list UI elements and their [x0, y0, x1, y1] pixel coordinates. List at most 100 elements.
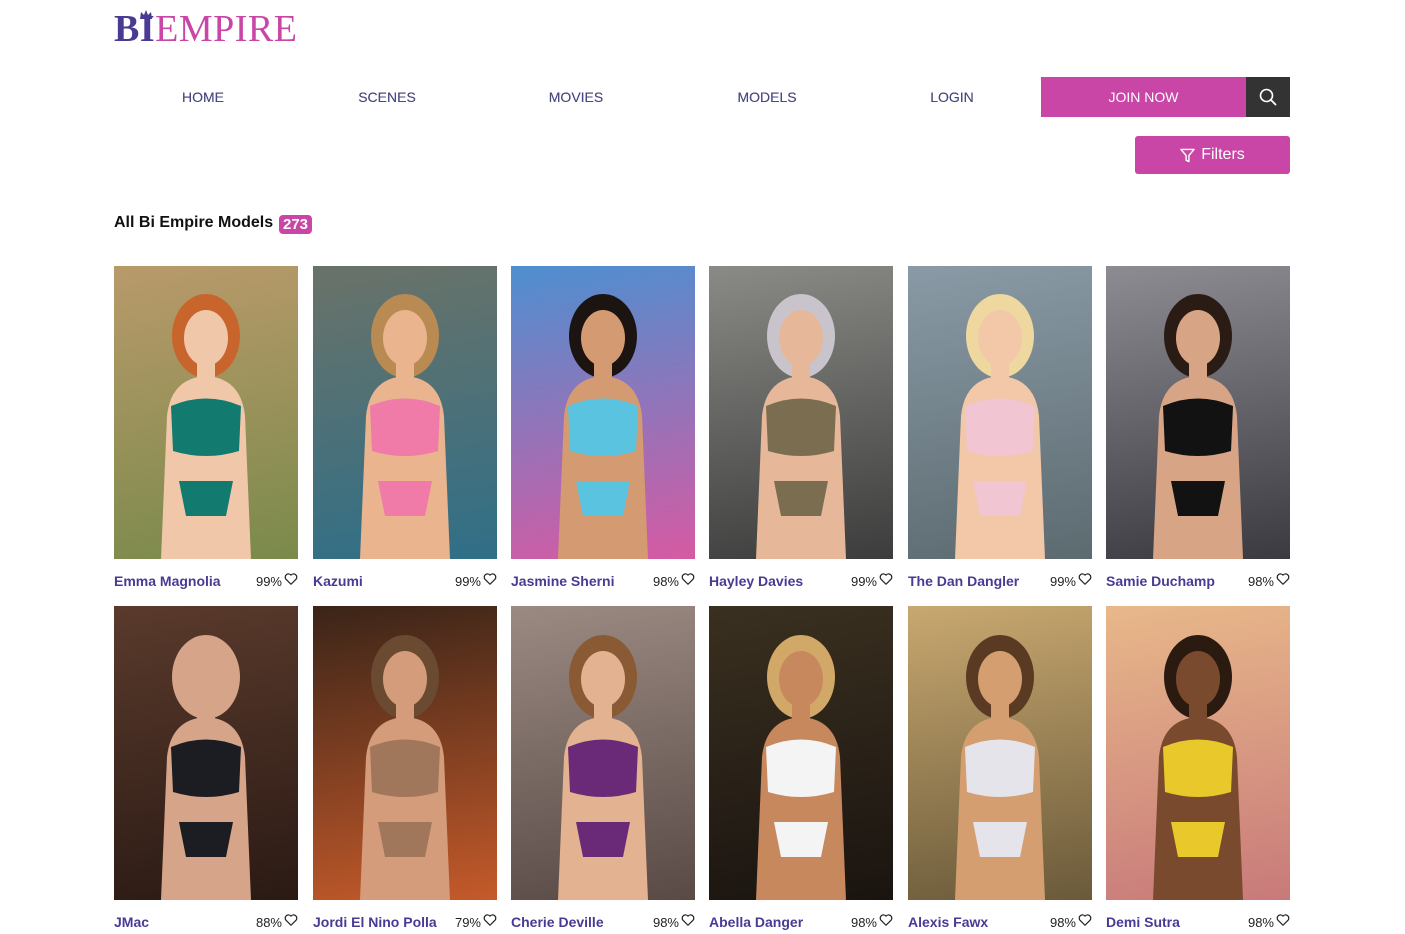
- main-nav: HOME SCENES MOVIES MODELS LOGIN JOIN NOW: [114, 77, 1290, 117]
- model-meta: Jasmine Sherni 98%: [511, 569, 695, 593]
- model-figure: [360, 635, 450, 900]
- model-rating: 99%: [1049, 574, 1076, 589]
- model-photo[interactable]: [709, 606, 893, 900]
- heart-icon[interactable]: [483, 572, 497, 586]
- nav-models[interactable]: MODELS: [722, 77, 812, 117]
- model-photo[interactable]: [511, 266, 695, 559]
- join-now-button[interactable]: JOIN NOW: [1041, 77, 1246, 117]
- model-name[interactable]: Kazumi: [313, 573, 363, 589]
- heart-icon[interactable]: [284, 913, 298, 927]
- model-count-badge: 273: [279, 215, 313, 234]
- model-name[interactable]: Jasmine Sherni: [511, 573, 615, 589]
- model-photo[interactable]: [709, 266, 893, 559]
- model-card[interactable]: Demi Sutra 98%: [1106, 606, 1290, 934]
- model-rating: 98%: [1049, 915, 1076, 930]
- model-figure: [161, 294, 251, 559]
- nav-scenes[interactable]: SCENES: [342, 77, 432, 117]
- model-name[interactable]: The Dan Dangler: [908, 573, 1019, 589]
- model-rating: 79%: [454, 915, 481, 930]
- model-card[interactable]: Emma Magnolia 99%: [114, 266, 298, 593]
- model-name[interactable]: Abella Danger: [709, 914, 803, 930]
- model-rating: 98%: [1247, 915, 1274, 930]
- model-name[interactable]: Emma Magnolia: [114, 573, 221, 589]
- heart-icon[interactable]: [1078, 913, 1092, 927]
- filter-icon: [1180, 148, 1195, 162]
- nav-home[interactable]: HOME: [158, 77, 248, 117]
- model-meta: Cherie Deville 98%: [511, 910, 695, 934]
- model-figure: [558, 635, 648, 900]
- nav-movies[interactable]: MOVIES: [531, 77, 621, 117]
- model-meta: Kazumi 99%: [313, 569, 497, 593]
- model-photo[interactable]: [114, 266, 298, 559]
- heart-icon[interactable]: [483, 913, 497, 927]
- model-card[interactable]: Hayley Davies 99%: [709, 266, 893, 593]
- heart-icon[interactable]: [681, 913, 695, 927]
- filters-label: Filters: [1201, 146, 1245, 163]
- model-card[interactable]: The Dan Dangler 99%: [908, 266, 1092, 593]
- model-figure: [558, 294, 648, 559]
- filters-button[interactable]: Filters: [1135, 136, 1290, 174]
- model-meta: Hayley Davies 99%: [709, 569, 893, 593]
- model-rating: 88%: [255, 915, 282, 930]
- model-rating: 99%: [850, 574, 877, 589]
- model-meta: Demi Sutra 98%: [1106, 910, 1290, 934]
- model-rating: 98%: [652, 915, 679, 930]
- model-name[interactable]: Hayley Davies: [709, 573, 803, 589]
- model-meta: Samie Duchamp 98%: [1106, 569, 1290, 593]
- heart-icon[interactable]: [284, 572, 298, 586]
- heart-icon[interactable]: [1276, 913, 1290, 927]
- model-name[interactable]: Jordi El Nino Polla: [313, 914, 437, 930]
- model-photo[interactable]: [908, 266, 1092, 559]
- model-meta: JMac 88%: [114, 910, 298, 934]
- search-button[interactable]: [1246, 77, 1290, 117]
- model-photo[interactable]: [1106, 606, 1290, 900]
- model-rating: 98%: [652, 574, 679, 589]
- model-meta: Jordi El Nino Polla 79%: [313, 910, 497, 934]
- search-icon: [1259, 88, 1277, 106]
- model-figure: [955, 635, 1045, 900]
- model-name[interactable]: Samie Duchamp: [1106, 573, 1215, 589]
- model-rating: 99%: [454, 574, 481, 589]
- model-name[interactable]: Cherie Deville: [511, 914, 604, 930]
- model-meta: Abella Danger 98%: [709, 910, 893, 934]
- model-name[interactable]: JMac: [114, 914, 149, 930]
- model-card[interactable]: Samie Duchamp 98%: [1106, 266, 1290, 593]
- model-card[interactable]: JMac 88%: [114, 606, 298, 934]
- model-card[interactable]: Cherie Deville 98%: [511, 606, 695, 934]
- model-rating: 99%: [255, 574, 282, 589]
- heart-icon[interactable]: [1276, 572, 1290, 586]
- model-photo[interactable]: [511, 606, 695, 900]
- model-photo[interactable]: [114, 606, 298, 900]
- model-card[interactable]: Alexis Fawx 98%: [908, 606, 1092, 934]
- crown-icon: [140, 10, 152, 19]
- model-card[interactable]: Kazumi 99%: [313, 266, 497, 593]
- model-card[interactable]: Jasmine Sherni 98%: [511, 266, 695, 593]
- model-rating: 98%: [1247, 574, 1274, 589]
- model-card[interactable]: Jordi El Nino Polla 79%: [313, 606, 497, 934]
- model-figure: [161, 635, 251, 900]
- nav-login[interactable]: LOGIN: [907, 77, 997, 117]
- model-figure: [756, 294, 846, 559]
- heart-icon[interactable]: [1078, 572, 1092, 586]
- model-photo[interactable]: [313, 606, 497, 900]
- model-photo[interactable]: [908, 606, 1092, 900]
- model-figure: [1153, 294, 1243, 559]
- heart-icon[interactable]: [681, 572, 695, 586]
- model-figure: [1153, 635, 1243, 900]
- section-title: All Bi Empire Models: [114, 214, 274, 231]
- model-name[interactable]: Alexis Fawx: [908, 914, 988, 930]
- model-figure: [360, 294, 450, 559]
- model-figure: [756, 635, 846, 900]
- model-card[interactable]: Abella Danger 98%: [709, 606, 893, 934]
- model-photo[interactable]: [1106, 266, 1290, 559]
- model-meta: Alexis Fawx 98%: [908, 910, 1092, 934]
- model-name[interactable]: Demi Sutra: [1106, 914, 1180, 930]
- logo-empire: EMPIRE: [155, 8, 298, 50]
- model-rating: 98%: [850, 915, 877, 930]
- model-photo[interactable]: [313, 266, 497, 559]
- model-figure: [955, 294, 1045, 559]
- model-meta: Emma Magnolia 99%: [114, 569, 298, 593]
- heart-icon[interactable]: [879, 913, 893, 927]
- model-meta: The Dan Dangler 99%: [908, 569, 1092, 593]
- heart-icon[interactable]: [879, 572, 893, 586]
